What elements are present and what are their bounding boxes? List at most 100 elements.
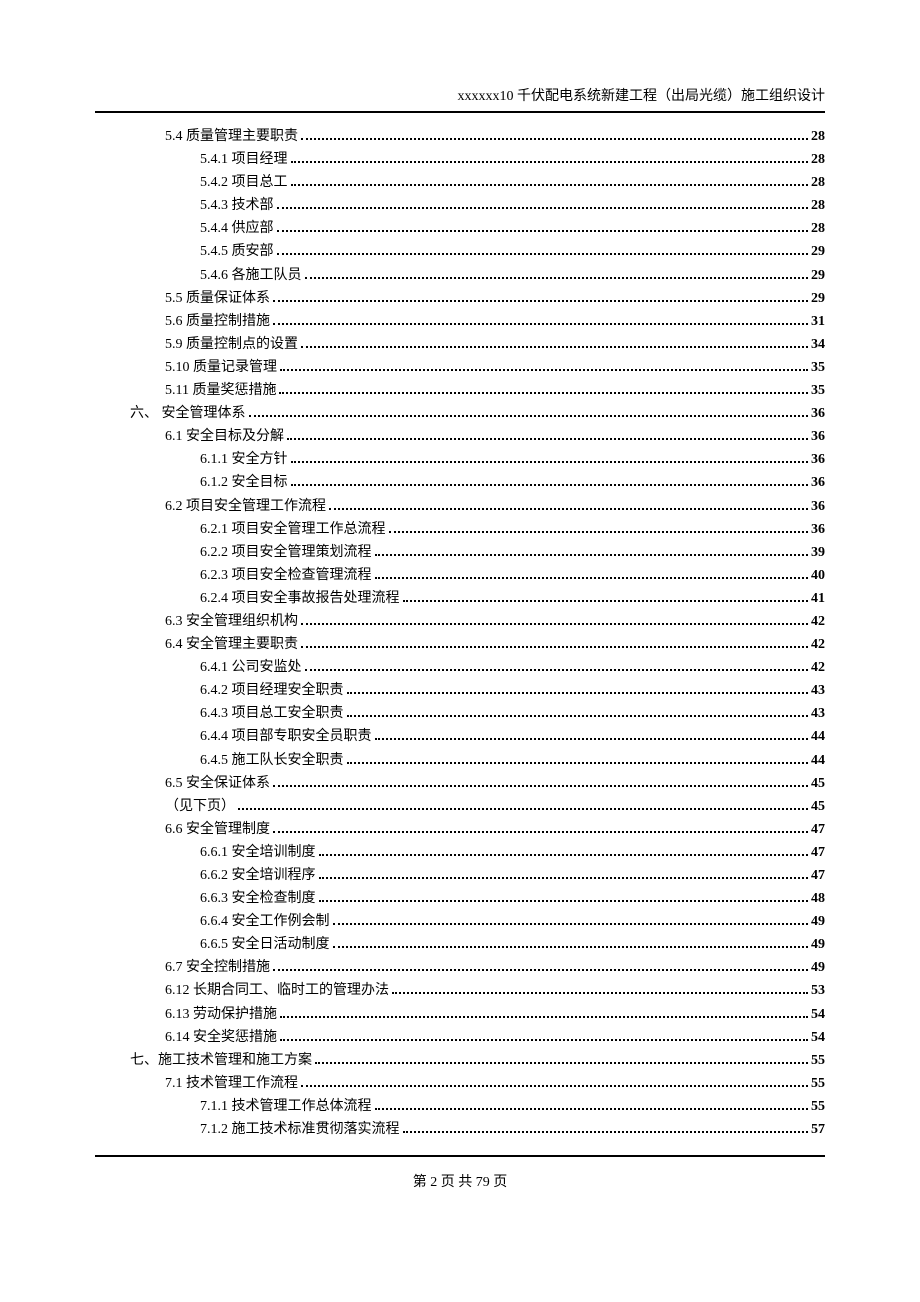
- toc-entry: 6.4.3 项目总工安全职责 43: [95, 702, 825, 725]
- toc-entry: 5.6 质量控制措施31: [95, 310, 825, 333]
- toc-leader-dots: [291, 152, 809, 163]
- toc-entry-page: 28: [811, 125, 825, 148]
- toc-entry-page: 49: [811, 910, 825, 933]
- toc-entry-label: 6.1.1 安全方针: [200, 448, 288, 471]
- toc-entry: 6.2.4 项目安全事故报告处理流程41: [95, 587, 825, 610]
- toc-entry-page: 36: [811, 471, 825, 494]
- toc-entry-page: 44: [811, 749, 825, 772]
- toc-entry-label: 6.2.2 项目安全管理策划流程: [200, 541, 372, 564]
- toc-entry: （见下页）45: [95, 795, 825, 818]
- toc-leader-dots: [287, 429, 808, 440]
- toc-entry-page: 55: [811, 1049, 825, 1072]
- toc-entry-label: 7.1.1 技术管理工作总体流程: [200, 1095, 372, 1118]
- toc-entry: 6.2 项目安全管理工作流程 36: [95, 495, 825, 518]
- toc-leader-dots: [273, 822, 808, 833]
- toc-entry-page: 31: [811, 310, 825, 333]
- toc-entry-label: 6.3 安全管理组织机构: [165, 610, 298, 633]
- toc-entry: 6.7 安全控制措施49: [95, 956, 825, 979]
- toc-entry: 6.3 安全管理组织机构42: [95, 610, 825, 633]
- toc-entry: 6.6.4 安全工作例会制 49: [95, 910, 825, 933]
- toc-entry-page: 34: [811, 333, 825, 356]
- toc-entry: 5.11 质量奖惩措施35: [95, 379, 825, 402]
- toc-leader-dots: [403, 591, 809, 602]
- toc-entry: 6.4.1 公司安监处42: [95, 656, 825, 679]
- toc-leader-dots: [305, 660, 809, 671]
- toc-entry-page: 29: [811, 287, 825, 310]
- footer-divider: [95, 1155, 825, 1157]
- toc-leader-dots: [249, 406, 809, 417]
- toc-leader-dots: [375, 729, 809, 740]
- toc-entry-page: 42: [811, 633, 825, 656]
- toc-leader-dots: [291, 452, 809, 463]
- toc-leader-dots: [389, 521, 809, 532]
- toc-entry-page: 43: [811, 702, 825, 725]
- toc-leader-dots: [238, 799, 808, 810]
- toc-entry: 5.4.1 项目经理28: [95, 148, 825, 171]
- toc-entry: 6.2.2 项目安全管理策划流程39: [95, 541, 825, 564]
- toc-entry-label: 6.2.3 项目安全检查管理流程: [200, 564, 372, 587]
- toc-entry-page: 35: [811, 379, 825, 402]
- toc-leader-dots: [277, 221, 809, 232]
- toc-leader-dots: [319, 845, 809, 856]
- toc-entry-page: 36: [811, 402, 825, 425]
- toc-entry-label: 6.6.2 安全培训程序: [200, 864, 316, 887]
- toc-leader-dots: [301, 337, 808, 348]
- toc-entry-label: 6.1.2 安全目标: [200, 471, 288, 494]
- toc-leader-dots: [375, 568, 809, 579]
- toc-entry: 6.1.1 安全方针36: [95, 448, 825, 471]
- toc-entry: 6.4.5 施工队长安全职责 44: [95, 749, 825, 772]
- toc-entry-page: 48: [811, 887, 825, 910]
- toc-entry-page: 28: [811, 171, 825, 194]
- toc-entry: 6.4.2 项目经理安全职责43: [95, 679, 825, 702]
- toc-entry-label: 7.1.2 施工技术标准贯彻落实流程: [200, 1118, 400, 1141]
- toc-entry-label: 6.2 项目安全管理工作流程: [165, 495, 326, 518]
- toc-entry-label: 6.6.4 安全工作例会制: [200, 910, 330, 933]
- toc-leader-dots: [301, 129, 808, 140]
- toc-entry-page: 36: [811, 495, 825, 518]
- toc-entry: 5.4.4 供应部28: [95, 217, 825, 240]
- toc-entry-label: 七、施工技术管理和施工方案: [130, 1049, 312, 1072]
- toc-entry: 5.9 质量控制点的设置34: [95, 333, 825, 356]
- toc-entry-label: 6.4 安全管理主要职责: [165, 633, 298, 656]
- toc-leader-dots: [301, 1076, 808, 1087]
- toc-entry: 七、施工技术管理和施工方案 55: [95, 1049, 825, 1072]
- toc-entry: 6.4.4 项目部专职安全员职责44: [95, 725, 825, 748]
- toc-leader-dots: [333, 914, 809, 925]
- toc-entry: 5.4 质量管理主要职责 28: [95, 125, 825, 148]
- toc-entry: 6.6.2 安全培训程序 47: [95, 864, 825, 887]
- toc-entry-page: 49: [811, 956, 825, 979]
- toc-entry-label: 6.1 安全目标及分解: [165, 425, 284, 448]
- toc-entry: 5.10 质量记录管理35: [95, 356, 825, 379]
- toc-entry: 6.1 安全目标及分解36: [95, 425, 825, 448]
- toc-entry-label: （见下页）: [165, 795, 235, 818]
- toc-entry-page: 55: [811, 1072, 825, 1095]
- toc-entry-page: 45: [811, 772, 825, 795]
- toc-entry-label: 6.4.2 项目经理安全职责: [200, 679, 344, 702]
- toc-leader-dots: [277, 198, 809, 209]
- toc-entry: 5.4.6 各施工队员29: [95, 264, 825, 287]
- toc-entry-page: 47: [811, 864, 825, 887]
- toc-entry-page: 36: [811, 518, 825, 541]
- toc-entry-page: 57: [811, 1118, 825, 1141]
- toc-entry-label: 5.4 质量管理主要职责: [165, 125, 298, 148]
- toc-entry: 6.6.1 安全培训制度47: [95, 841, 825, 864]
- toc-entry-page: 28: [811, 194, 825, 217]
- toc-entry-label: 6.14 安全奖惩措施: [165, 1026, 277, 1049]
- toc-entry-label: 5.5 质量保证体系: [165, 287, 270, 310]
- toc-entry-label: 5.10 质量记录管理: [165, 356, 277, 379]
- toc-entry-label: 6.4.5 施工队长安全职责: [200, 749, 344, 772]
- page-header-title: xxxxxx10 千伏配电系统新建工程（出局光缆）施工组织设计: [95, 85, 825, 109]
- toc-leader-dots: [273, 775, 808, 786]
- toc-entry-label: 6.4.3 项目总工安全职责: [200, 702, 344, 725]
- toc-entry-label: 6.4.4 项目部专职安全员职责: [200, 725, 372, 748]
- toc-entry: 5.4.5 质安部29: [95, 240, 825, 263]
- table-of-contents: 5.4 质量管理主要职责285.4.1 项目经理285.4.2 项目总工285.…: [95, 125, 825, 1141]
- toc-leader-dots: [280, 1029, 808, 1040]
- toc-leader-dots: [280, 1006, 808, 1017]
- toc-entry: 7.1 技术管理工作流程55: [95, 1072, 825, 1095]
- toc-entry-label: 6.6.5 安全日活动制度: [200, 933, 330, 956]
- toc-entry-label: 6.6 安全管理制度: [165, 818, 270, 841]
- toc-entry-page: 53: [811, 979, 825, 1002]
- toc-entry-label: 6.12 长期合同工、临时工的管理办法: [165, 979, 389, 1002]
- toc-entry-page: 40: [811, 564, 825, 587]
